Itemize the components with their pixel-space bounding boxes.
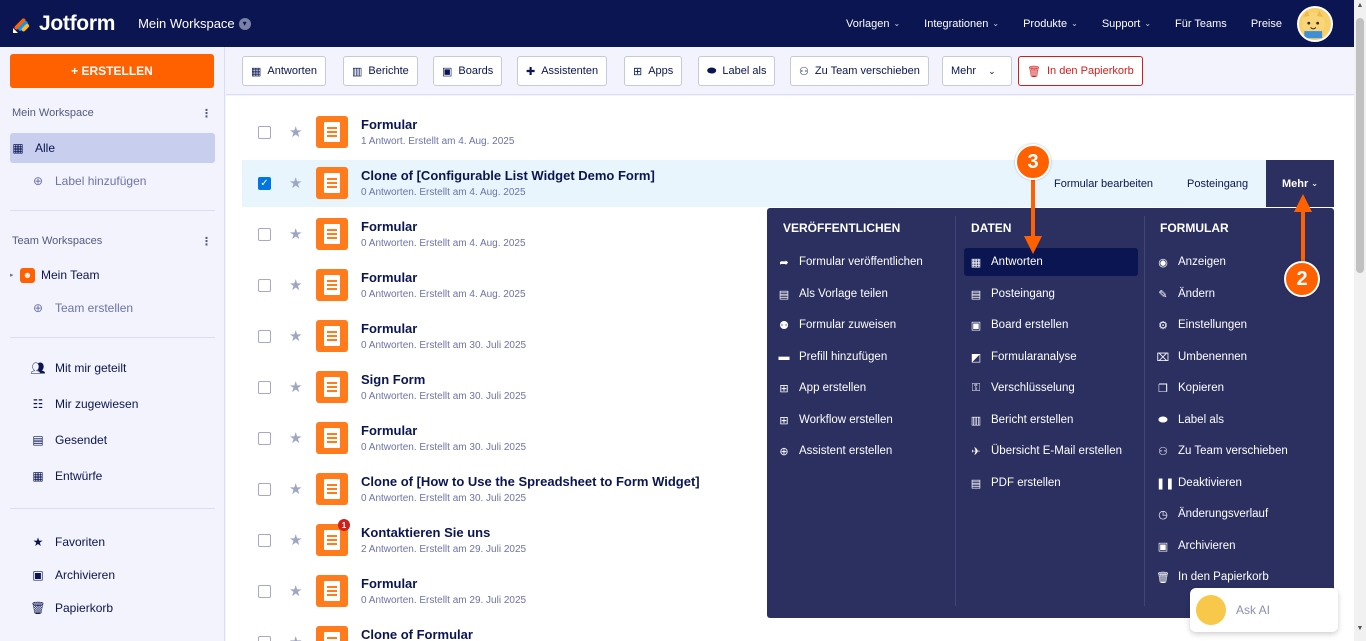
scroll-up-icon[interactable]: ▲ <box>1354 2 1366 16</box>
page-scrollbar[interactable]: ▲ ▼ <box>1354 0 1366 641</box>
annotation-step-3: 3 <box>1015 144 1051 180</box>
annotation-arrows <box>1024 178 1312 262</box>
scroll-thumb[interactable] <box>1356 18 1364 273</box>
ask-ai-button[interactable]: Ask AI <box>1190 588 1338 632</box>
ai-avatar-icon <box>1196 595 1226 625</box>
ask-ai-label: Ask AI <box>1236 603 1271 617</box>
annotation-step-2: 2 <box>1284 261 1320 297</box>
scroll-down-icon[interactable]: ▼ <box>1354 625 1366 639</box>
